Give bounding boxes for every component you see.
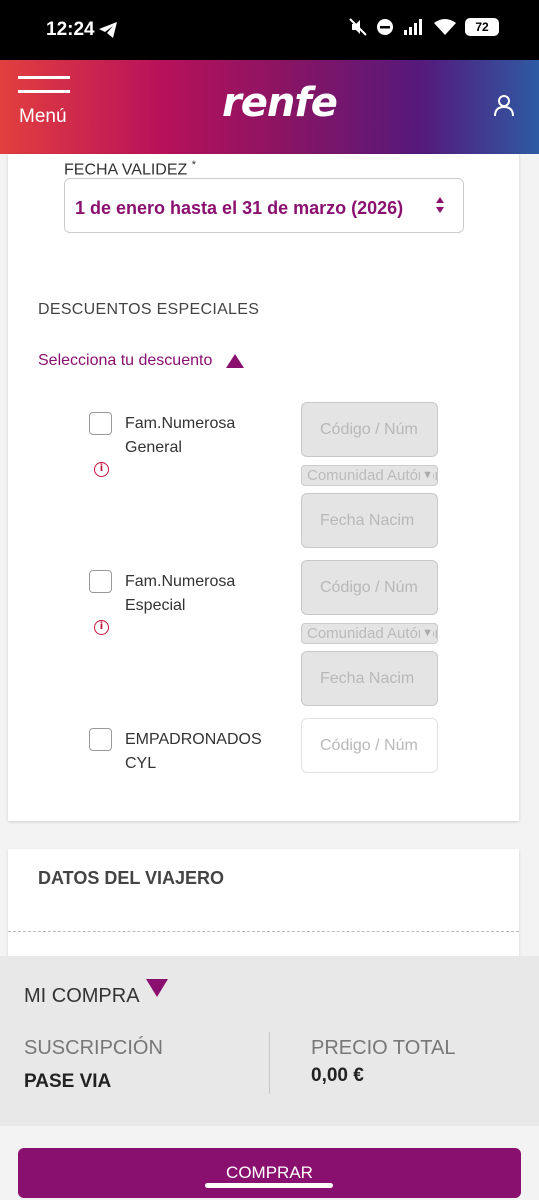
region-select-general-text: Comunidad Autónoma xyxy=(307,467,437,484)
caret-down-icon xyxy=(145,979,168,997)
birth-input-especial: Fecha Nacim xyxy=(301,651,438,706)
traveller-card: DATOS DEL VIAJERO xyxy=(8,849,519,969)
info-icon[interactable]: i xyxy=(94,620,109,635)
validity-label: FECHA VALIDEZ * xyxy=(64,159,196,179)
checkbox-fam-numerosa-especial[interactable] xyxy=(89,570,112,593)
subscription-value: PASE VIA xyxy=(24,1071,112,1092)
buy-button[interactable]: COMPRAR xyxy=(18,1148,521,1198)
status-time: 12:24 xyxy=(46,19,95,40)
purchase-toggle[interactable]: MI COMPRA xyxy=(24,979,168,1008)
option-label-fam-numerosa-especial: Fam.Numerosa Especial xyxy=(125,573,236,614)
app-header: Menú renfe xyxy=(0,60,539,154)
divider xyxy=(8,931,519,932)
special-discounts-title: DESCUENTOS ESPECIALES xyxy=(38,301,260,318)
chevron-down-icon: ▼ xyxy=(420,624,433,643)
traveller-title: DATOS DEL VIAJERO xyxy=(38,868,225,888)
option-label-empadronados-cyl: EMPADRONADOS CYL xyxy=(125,731,262,772)
mute-icon xyxy=(349,18,367,36)
status-icons: 72 xyxy=(349,18,499,36)
validity-value: 1 de enero hasta el 31 de marzo (2026) xyxy=(75,198,404,218)
hamburger-icon xyxy=(18,76,70,79)
total-value: 0,00 € xyxy=(311,1065,364,1086)
divider xyxy=(269,1032,270,1094)
chevron-down-icon: ▼ xyxy=(420,466,433,485)
option-label-fam-numerosa-general: Fam.Numerosa General xyxy=(125,415,236,456)
caret-up-icon xyxy=(226,354,245,368)
region-select-general: Comunidad Autónoma ▼ xyxy=(301,465,438,486)
signal-icon xyxy=(404,19,422,35)
menu-button[interactable]: Menú xyxy=(18,76,70,136)
purchase-summary: MI COMPRA SUSCRIPCIÓN PASE VIA PRECIO TO… xyxy=(0,956,539,1126)
user-icon[interactable] xyxy=(492,93,516,117)
gesture-bar[interactable] xyxy=(205,1183,333,1188)
purchase-title: MI COMPRA xyxy=(24,985,140,1007)
required-mark: * xyxy=(191,159,197,171)
validity-select[interactable]: 1 de enero hasta el 31 de marzo (2026) xyxy=(64,178,464,233)
discount-card: FECHA VALIDEZ * 1 de enero hasta el 31 d… xyxy=(8,154,519,821)
hamburger-icon-line xyxy=(18,90,70,93)
discount-toggle[interactable]: Selecciona tu descuento xyxy=(38,352,245,370)
telegram-icon xyxy=(99,22,117,38)
dnd-icon xyxy=(377,19,393,35)
region-select-especial: Comunidad Autónoma ▼ xyxy=(301,623,438,644)
validity-label-text: FECHA VALIDEZ xyxy=(64,161,188,179)
subscription-label: SUSCRIPCIÓN xyxy=(24,1037,163,1059)
info-icon[interactable]: i xyxy=(94,462,109,477)
birth-input-general: Fecha Nacim xyxy=(301,493,438,548)
menu-label: Menú xyxy=(19,106,67,127)
renfe-logo[interactable]: renfe xyxy=(222,80,338,126)
status-bar: 12:24 72 xyxy=(0,0,539,60)
checkbox-empadronados-cyl[interactable] xyxy=(89,728,112,751)
sort-icon xyxy=(436,197,444,213)
code-input-cyl[interactable]: Código / Núm xyxy=(301,718,438,773)
checkbox-fam-numerosa-general[interactable] xyxy=(89,412,112,435)
code-input-especial: Código / Núm xyxy=(301,560,438,615)
code-input-general: Código / Núm xyxy=(301,402,438,457)
wifi-icon xyxy=(434,19,456,35)
total-label: PRECIO TOTAL xyxy=(311,1037,456,1059)
discount-toggle-label: Selecciona tu descuento xyxy=(38,352,213,369)
region-select-especial-text: Comunidad Autónoma xyxy=(307,625,437,642)
battery-icon: 72 xyxy=(465,18,499,36)
